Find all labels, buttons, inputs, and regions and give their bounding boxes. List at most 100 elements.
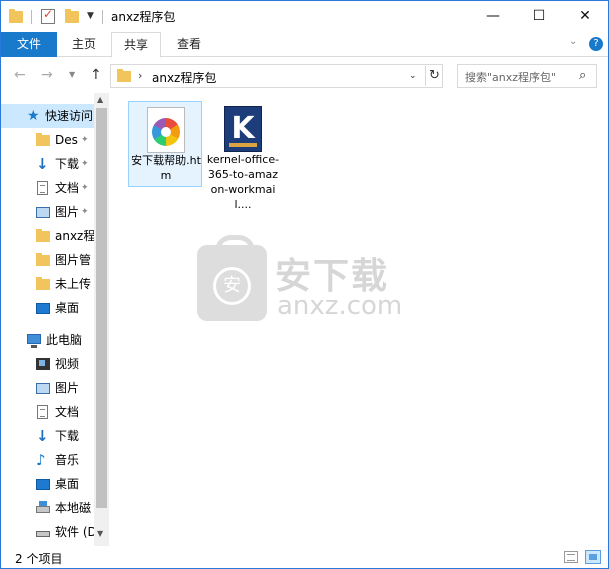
sidebar-item-label: 软件 (D	[55, 525, 94, 539]
htm-file-icon-center	[161, 127, 171, 137]
watermark-badge: 安	[213, 267, 251, 305]
back-button[interactable]: ←	[14, 67, 26, 83]
sidebar-item-label: Des	[55, 133, 78, 147]
search-placeholder: 搜索"anxz程序包"	[465, 71, 557, 84]
title-bar: ▼ anxz程序包 — ☐ ✕	[1, 1, 608, 32]
sidebar-item-not-uploaded[interactable]: 未上传	[1, 272, 94, 296]
sidebar-scrollbar[interactable]: ▲ ▼	[94, 93, 109, 546]
scroll-down-arrow-icon[interactable]: ▼	[97, 529, 103, 538]
status-bar: 2 个项目	[1, 546, 608, 568]
folder-icon[interactable]	[9, 9, 23, 23]
sidebar-item-anxz-folder[interactable]: anxz程	[1, 224, 94, 248]
search-icon[interactable]: ⌕	[579, 68, 586, 83]
drive-icon	[36, 531, 50, 537]
folder-icon	[117, 69, 131, 82]
expand-ribbon-chevron-icon[interactable]: ⌄	[569, 36, 577, 47]
sidebar-item-label: 下载	[55, 157, 80, 171]
folder-icon	[36, 277, 50, 290]
sidebar-item-pictures-pinned[interactable]: 图片 ✦	[1, 200, 94, 224]
sidebar-item-label: 文档	[55, 181, 80, 195]
sidebar-item-label: 文档	[55, 405, 80, 419]
new-folder-icon[interactable]	[65, 9, 79, 23]
scrollbar-thumb[interactable]	[96, 108, 107, 508]
music-icon: ♪	[36, 451, 46, 469]
scroll-up-arrow-icon[interactable]: ▲	[97, 95, 103, 104]
address-path[interactable]: anxz程序包	[152, 69, 216, 86]
sidebar-item-label: 下载	[55, 429, 80, 443]
close-button[interactable]: ✕	[562, 1, 608, 31]
chevron-right-icon[interactable]: ›	[138, 69, 142, 82]
sidebar-item-documents-pinned[interactable]: 文档 ✦	[1, 176, 94, 200]
file-name: kernel-office-365-to-amazon-workmail....	[206, 153, 280, 211]
watermark: 安 安下载 anxz.com	[197, 235, 417, 325]
window-title: anxz程序包	[111, 10, 176, 24]
forward-button[interactable]: →	[41, 67, 53, 83]
document-icon	[37, 181, 48, 195]
sidebar-item-desktop-pinned[interactable]: Des ✦	[1, 128, 94, 152]
kernel-logo-bar	[229, 143, 257, 147]
desktop-icon	[36, 479, 50, 490]
search-input[interactable]: 搜索"anxz程序包" ⌕	[457, 64, 597, 88]
sidebar-item-label: 快速访问	[45, 109, 94, 123]
tab-file[interactable]: 文件	[1, 32, 57, 57]
folder-icon	[36, 253, 50, 266]
pin-icon: ✦	[81, 159, 89, 169]
separator	[102, 10, 103, 24]
sidebar-item-pictures[interactable]: 图片	[1, 376, 94, 400]
sidebar-item-software-drive[interactable]: 软件 (D	[1, 520, 94, 544]
large-icons-view-icon[interactable]	[585, 550, 601, 564]
sidebar-item-label: 桌面	[55, 301, 80, 315]
navigation-bar: ← → ▼ ↑ › anxz程序包 ⌄ ↻ 搜索"anxz程序包" ⌕	[1, 58, 608, 92]
sidebar-item-label: 桌面	[55, 477, 80, 491]
sidebar-item-label: 此电脑	[46, 333, 83, 347]
sidebar-item-documents[interactable]: 文档	[1, 400, 94, 424]
download-icon: ↓	[36, 427, 49, 445]
sidebar-item-downloads-pinned[interactable]: ↓ 下载 ✦	[1, 152, 94, 176]
sidebar-item-local-disk[interactable]: 本地磁	[1, 496, 94, 520]
tab-view[interactable]: 查看	[165, 32, 213, 57]
maximize-button[interactable]: ☐	[516, 1, 562, 31]
sidebar-item-downloads[interactable]: ↓ 下载	[1, 424, 94, 448]
folder-icon	[36, 229, 50, 242]
sidebar-item-label: 图片管	[55, 253, 92, 267]
sidebar-item-label: 音乐	[55, 453, 80, 467]
item-count: 2 个项目	[15, 552, 63, 566]
sidebar-item-this-pc[interactable]: 此电脑	[1, 328, 94, 352]
pin-icon: ✦	[81, 207, 89, 217]
document-icon	[37, 405, 48, 419]
refresh-button[interactable]: ↻	[425, 66, 443, 86]
up-button[interactable]: ↑	[90, 67, 102, 83]
kernel-app-icon: K	[224, 106, 262, 152]
customize-toolbar-dropdown[interactable]: ▼	[87, 11, 94, 27]
sidebar-item-label: 未上传	[55, 277, 92, 291]
kernel-logo-letter: K	[231, 111, 255, 146]
picture-icon	[36, 383, 50, 394]
file-name: 安下载帮助.htm	[131, 154, 201, 182]
sidebar-item-videos[interactable]: 视频	[1, 352, 94, 376]
sidebar-item-label: 图片	[55, 381, 80, 395]
sidebar-item-desktop[interactable]: 桌面	[1, 296, 94, 320]
pin-icon: ✦	[81, 183, 89, 193]
file-item[interactable]: 安下载帮助.htm	[128, 101, 202, 187]
help-icon[interactable]: ?	[589, 37, 603, 51]
details-view-icon[interactable]	[564, 551, 578, 563]
address-dropdown[interactable]: ⌄	[409, 71, 417, 81]
minimize-button[interactable]: —	[470, 1, 516, 31]
sidebar-item-music[interactable]: ♪ 音乐	[1, 448, 94, 472]
tab-share[interactable]: 共享	[111, 32, 161, 58]
desktop-icon	[36, 303, 50, 314]
sidebar-item-label: 图片	[55, 205, 80, 219]
sidebar-item-quick-access[interactable]: ★ 快速访问	[1, 104, 94, 128]
computer-icon	[27, 334, 41, 348]
properties-icon[interactable]	[41, 7, 55, 24]
file-item[interactable]: K kernel-office-365-to-amazon-workmail..…	[206, 101, 280, 211]
video-icon	[36, 358, 50, 370]
address-bar[interactable]: › anxz程序包 ⌄ ↻	[110, 64, 443, 88]
sidebar-item-desktop-pc[interactable]: 桌面	[1, 472, 94, 496]
sidebar-item-label: 视频	[55, 357, 80, 371]
sidebar-item-label: 本地磁	[55, 501, 92, 515]
sidebar-item-label: anxz程	[55, 229, 94, 243]
tab-home[interactable]: 主页	[60, 32, 108, 57]
recent-locations-dropdown[interactable]: ▼	[69, 70, 75, 79]
sidebar-item-picture-manager[interactable]: 图片管	[1, 248, 94, 272]
